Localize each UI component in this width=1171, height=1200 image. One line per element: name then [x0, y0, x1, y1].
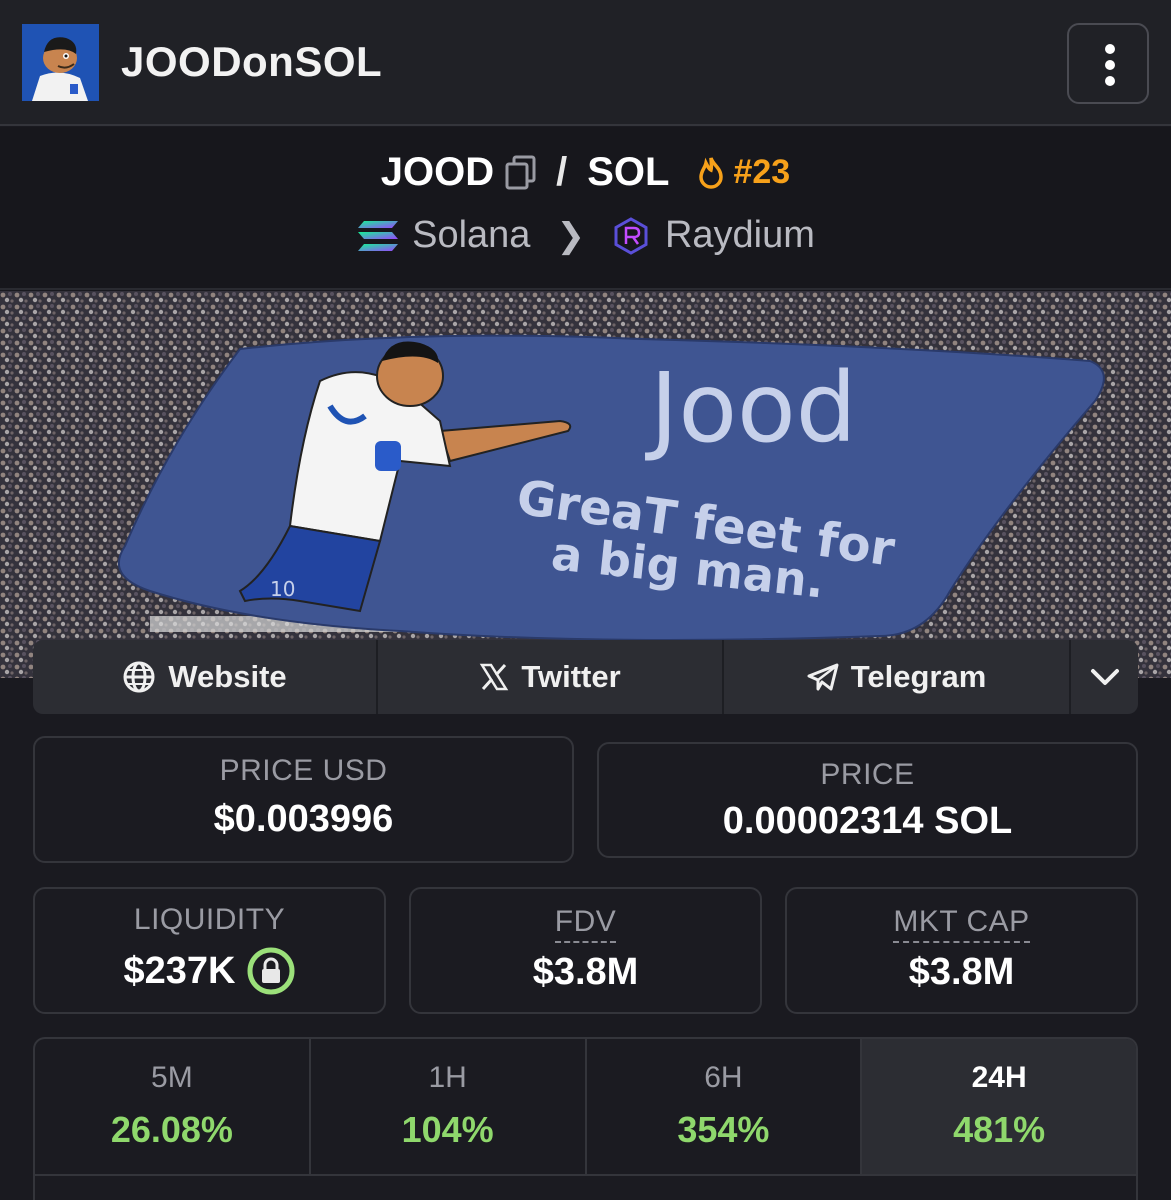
more-links-dropdown[interactable] [1071, 640, 1138, 714]
solana-icon [358, 220, 399, 251]
top-bar: JOODonSOL [0, 0, 1171, 126]
x-icon [480, 663, 509, 691]
change-tab-value: 26.08% [110, 1109, 233, 1150]
change-tab-label: 6H [704, 1061, 743, 1094]
liquidity-label: LIQUIDITY [133, 903, 286, 936]
price-sol-label: PRICE [820, 758, 915, 791]
fdv-card: FDV $3.8M [409, 887, 762, 1014]
chain-breadcrumb: Solana ❯ Raydium [0, 214, 1171, 257]
app-title: JOODonSOL [121, 38, 383, 85]
website-link-button[interactable]: Website [33, 640, 378, 714]
change-tab-label: 5M [151, 1061, 193, 1094]
price-sol-value: 0.00002314 SOL [722, 800, 1013, 842]
market-cap-value: $3.8M [908, 951, 1015, 993]
raydium-icon [614, 216, 648, 255]
banner-text-title: Jood [645, 352, 857, 464]
telegram-link-label: Telegram [850, 659, 987, 694]
price-sol-card: PRICE 0.00002314 SOL [597, 742, 1138, 858]
change-tab-value: 354% [677, 1109, 770, 1150]
change-tab-value: 104% [401, 1109, 494, 1150]
base-token-symbol: JOOD [380, 150, 495, 194]
chevron-down-icon [1090, 669, 1119, 685]
trending-rank[interactable]: #23 [695, 153, 790, 192]
more-vertical-icon [1105, 44, 1115, 54]
fdv-label[interactable]: FDV [554, 903, 617, 943]
quote-token-symbol: SOL [587, 150, 670, 194]
price-usd-value: $0.003996 [213, 798, 394, 840]
change-tab-5m[interactable]: 5M 26.08% [35, 1039, 311, 1174]
chevron-right-icon: ❯ [556, 216, 585, 255]
price-usd-label: PRICE USD [219, 754, 388, 787]
change-tab-value: 481% [953, 1109, 1046, 1150]
copy-icon[interactable] [504, 155, 538, 191]
change-tab-label: 24H [971, 1061, 1027, 1094]
twitter-link-button[interactable]: Twitter [378, 640, 724, 714]
dex-name[interactable]: Raydium [665, 214, 815, 257]
telegram-icon [807, 663, 839, 691]
svg-text:10: 10 [270, 577, 295, 601]
change-tab-label: 1H [428, 1061, 467, 1094]
globe-icon [123, 661, 155, 693]
liquidity-card: LIQUIDITY $237K [33, 887, 386, 1014]
change-tab-6h[interactable]: 6H 354% [587, 1039, 863, 1174]
pair-separator: / [556, 150, 568, 194]
telegram-link-button[interactable]: Telegram [724, 640, 1071, 714]
token-banner: Jood GreaT feet for a big man. 10 [0, 291, 1171, 678]
website-link-label: Website [168, 659, 287, 694]
change-tab-24h[interactable]: 24H 481% [862, 1039, 1136, 1174]
flame-icon [699, 156, 724, 189]
fdv-value: $3.8M [532, 951, 639, 993]
social-links-bar: Website Twitter Telegram [33, 640, 1138, 714]
price-usd-card: PRICE USD $0.003996 [33, 736, 574, 863]
market-cap-label[interactable]: MKT CAP [893, 903, 1030, 943]
pair-title: JOOD / SOL #23 [0, 150, 1171, 195]
chain-name[interactable]: Solana [412, 214, 530, 257]
trending-rank-value: #23 [733, 153, 791, 191]
lock-icon[interactable] [247, 947, 295, 995]
liquidity-value: $237K [123, 949, 236, 992]
change-tab-1h[interactable]: 1H 104% [311, 1039, 587, 1174]
more-menu-button[interactable] [1067, 23, 1149, 104]
token-avatar[interactable] [22, 24, 99, 101]
price-change-tabs: 5M 26.08% 1H 104% 6H 354% 24H 481% [33, 1037, 1138, 1200]
market-cap-card: MKT CAP $3.8M [785, 887, 1138, 1014]
twitter-link-label: Twitter [521, 659, 621, 694]
